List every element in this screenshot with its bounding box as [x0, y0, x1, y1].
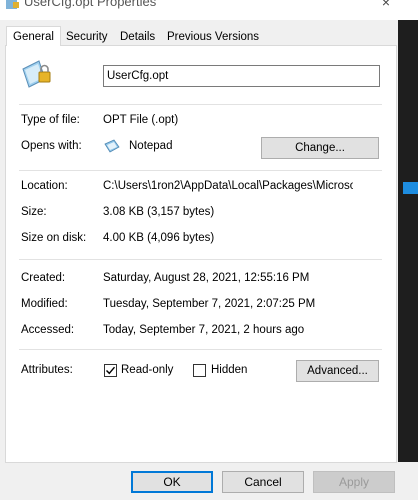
advanced-button[interactable]: Advanced... [296, 360, 379, 382]
tab-previous-versions[interactable]: Previous Versions [163, 28, 263, 46]
divider [19, 170, 382, 171]
created-label: Created: [21, 272, 66, 284]
attributes-label: Attributes: [21, 364, 73, 376]
accessed-label: Accessed: [21, 324, 75, 336]
type-of-file-label: Type of file: [21, 114, 80, 126]
ok-button[interactable]: OK [131, 471, 213, 493]
general-panel [5, 45, 397, 463]
hidden-checkbox[interactable] [193, 364, 206, 377]
opens-with-app: Notepad [129, 140, 173, 152]
location-label: Location: [21, 180, 68, 192]
modified-value: Tuesday, September 7, 2021, 2:07:25 PM [103, 298, 316, 310]
created-value: Saturday, August 28, 2021, 12:55:16 PM [103, 272, 310, 284]
size-label: Size: [21, 206, 47, 218]
accessed-value: Today, September 7, 2021, 2 hours ago [103, 324, 305, 336]
read-only-checkbox[interactable] [104, 364, 117, 377]
location-value: C:\Users\1ron2\AppData\Local\Packages\Mi… [103, 180, 353, 192]
size-on-disk-value: 4.00 KB (4,096 bytes) [103, 232, 215, 244]
divider [19, 259, 382, 260]
tab-security[interactable]: Security [62, 28, 112, 46]
file-name-input[interactable] [103, 65, 380, 87]
title-bar: UserCfg.opt Properties × [0, 0, 418, 20]
file-icon [6, 0, 19, 9]
read-only-label[interactable]: Read-only [121, 363, 173, 377]
window-title: UserCfg.opt Properties [24, 0, 157, 9]
config-file-with-lock-icon [22, 60, 51, 88]
divider [19, 104, 382, 105]
modified-label: Modified: [21, 298, 68, 310]
apply-button[interactable]: Apply [313, 471, 395, 493]
size-value: 3.08 KB (3,157 bytes) [103, 206, 215, 218]
type-of-file-value: OPT File (.opt) [103, 114, 179, 126]
divider [19, 349, 382, 350]
change-button[interactable]: Change... [261, 137, 379, 159]
cancel-button[interactable]: Cancel [222, 471, 304, 493]
background-window-highlight [403, 182, 418, 194]
tab-details[interactable]: Details [116, 28, 159, 46]
opens-with-label: Opens with: [21, 140, 82, 152]
notepad-icon [104, 139, 120, 153]
close-icon[interactable]: × [376, 0, 396, 10]
tab-general[interactable]: General [6, 26, 61, 46]
size-on-disk-label: Size on disk: [21, 232, 87, 244]
background-window [398, 20, 418, 462]
checkmark-icon [106, 366, 116, 375]
hidden-label[interactable]: Hidden [211, 363, 247, 377]
